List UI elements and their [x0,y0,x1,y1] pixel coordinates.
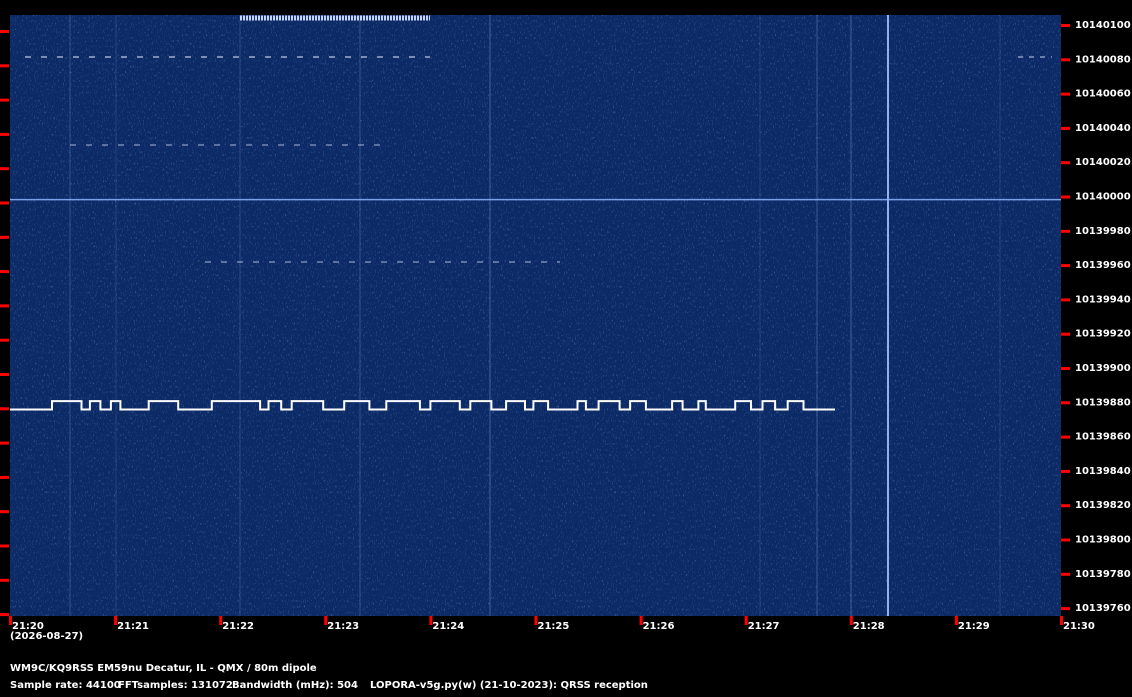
y-tick-label: 10140000 [1075,192,1131,203]
y-tick-right [1061,195,1070,199]
y-tick-label: 10140060 [1075,89,1131,100]
y-tick-left [0,64,9,68]
y-tick-label: 10140020 [1075,157,1131,168]
y-tick-label: 10140080 [1075,54,1131,65]
y-tick-left [0,578,9,582]
y-tick-label: 10139960 [1075,260,1131,271]
y-tick-label: 10139900 [1075,363,1131,374]
y-tick-label: 10140100 [1075,20,1131,31]
y-tick-right [1061,58,1070,62]
y-tick-left [0,235,9,239]
y-tick-left [0,613,9,617]
date-label: (2026-08-27) [10,631,84,642]
y-tick-left [0,475,9,479]
y-tick-right [1061,469,1070,473]
y-tick-label: 10139920 [1075,329,1131,340]
y-tick-left [0,167,9,171]
y-tick-left [0,304,9,308]
qrss-waterfall-chart: 10140100 10140080 10140060 10140040 10140020… [0,15,1131,632]
y-tick-label: 10139780 [1075,569,1131,580]
y-tick-label: 10139760 [1075,603,1131,614]
y-tick-right [1061,401,1070,405]
y-tick-right [1061,572,1070,576]
x-tick-label: 21:24 [432,621,464,632]
y-tick-label: 10139820 [1075,500,1131,511]
y-tick-right [1061,24,1070,27]
x-tick-label: 21:30 [1063,621,1095,632]
y-tick-right [1061,298,1070,302]
x-tick-label: 21:21 [117,621,149,632]
y-tick-left [0,30,9,33]
y-tick-right [1061,229,1070,233]
y-tick-right [1061,161,1070,165]
x-tick-label: 21:28 [853,621,885,632]
y-tick-label: 10139980 [1075,226,1131,237]
y-tick-right [1061,332,1070,336]
x-tick-label: 21:23 [327,621,359,632]
x-tick-label: 21:26 [643,621,675,632]
x-tick-label: 21:29 [958,621,990,632]
y-tick-label: 10139840 [1075,466,1131,477]
y-tick-left [0,132,9,136]
y-tick-right [1061,504,1070,508]
y-tick-left [0,441,9,445]
y-tick-left [0,270,9,274]
y-tick-right [1061,538,1070,542]
y-tick-label: 10139940 [1075,294,1131,305]
x-axis-time: 21:20 21:21 21:22 21:23 21:24 21:25 21:26 21:27… [9,616,1095,632]
y-tick-label: 10139880 [1075,397,1131,408]
bandwidth: Bandwidth (mHz): 504 [232,680,358,691]
x-tick-label: 21:22 [222,621,254,632]
y-tick-left [0,544,9,548]
y-tick-left [0,407,9,411]
waterfall-noise [10,15,1061,616]
y-tick-right [1061,92,1070,96]
y-tick-left [0,98,9,102]
y-tick-left [0,201,9,205]
y-tick-left [0,373,9,376]
y-tick-label: 10140040 [1075,123,1131,134]
y-tick-right [1061,126,1070,130]
y-tick-right [1061,264,1070,268]
y-tick-left [0,338,9,342]
y-tick-label: 10139860 [1075,432,1131,443]
x-tick-label: 21:27 [748,621,780,632]
x-tick-label: 21:25 [538,621,570,632]
y-tick-right [1061,367,1070,370]
y-tick-left [0,510,9,514]
fft-samples: FFTsamples: 131072 [118,680,233,691]
software-info: LOPORA-v5g.py(w) (21-10-2023): QRSS rece… [370,680,648,691]
y-tick-right [1061,607,1070,611]
y-tick-right [1061,435,1070,439]
station-info: WM9C/KQ9RSS EM59nu Decatur, IL - QMX / 8… [10,663,317,674]
y-tick-label: 10139800 [1075,535,1131,546]
sample-rate: Sample rate: 44100 [10,680,121,691]
